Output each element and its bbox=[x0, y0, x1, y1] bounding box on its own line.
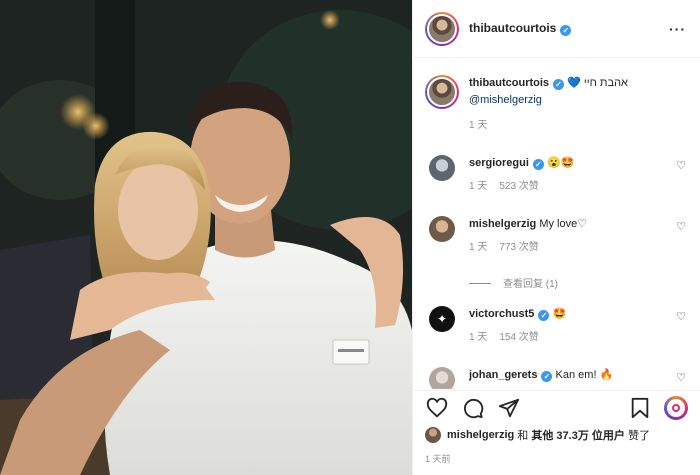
comment-username[interactable]: johan_gerets bbox=[469, 369, 537, 381]
post-detail-panel: thibautcourtois ✓ ··· thibautcourtois ✓ 💙 … bbox=[412, 0, 700, 475]
likes-others[interactable]: 其他 37.3万 位用户 bbox=[531, 427, 625, 443]
comment-like-icon[interactable]: ♡ bbox=[676, 220, 686, 233]
comment-time[interactable]: 1 天 bbox=[469, 242, 487, 253]
comment-avatar[interactable] bbox=[429, 367, 455, 389]
comment-avatar[interactable] bbox=[429, 155, 455, 181]
verified-icon: ✓ bbox=[541, 371, 553, 382]
comment-avatar[interactable] bbox=[429, 216, 455, 242]
comment-text: My love♡ bbox=[539, 218, 588, 230]
heart-icon[interactable] bbox=[425, 396, 449, 420]
action-bar bbox=[413, 390, 700, 424]
comment-text: 🤩 bbox=[552, 308, 567, 320]
comment-likes[interactable]: 154 次赞 bbox=[499, 332, 538, 343]
likes-summary: mishelgerzig 和 其他 37.3万 位用户 赞了 bbox=[425, 427, 692, 443]
caption-username[interactable]: thibautcourtois bbox=[469, 77, 549, 89]
comment-icon[interactable] bbox=[461, 396, 485, 420]
comment-username[interactable]: mishelgerzig bbox=[469, 218, 536, 230]
comment-avatar[interactable]: ✦ bbox=[429, 306, 455, 332]
more-options-icon[interactable]: ··· bbox=[669, 21, 686, 37]
liker-avatar[interactable] bbox=[425, 427, 441, 443]
likes-suffix: 赞了 bbox=[624, 430, 650, 442]
reel-icon[interactable] bbox=[664, 395, 688, 420]
comments-list: thibautcourtois ✓ 💙 אהבת חיי @mishelgerzi… bbox=[413, 59, 700, 389]
comment-username[interactable]: sergioregui bbox=[469, 157, 529, 169]
liker-username[interactable]: mishelgerzig bbox=[447, 429, 514, 441]
comment-text: 😮🤩 bbox=[546, 157, 575, 169]
comment-likes[interactable]: 773 次赞 bbox=[499, 242, 538, 253]
post-photo bbox=[0, 0, 412, 475]
comment-item: mishelgerzig My love♡ 1 天 773 次赞 ♡ bbox=[413, 216, 700, 256]
comment-item: johan_gerets ✓ Kan em! 🔥 ♡ bbox=[413, 367, 700, 389]
comment-like-icon[interactable]: ♡ bbox=[676, 310, 686, 323]
author-avatar[interactable] bbox=[425, 11, 459, 46]
comment-likes[interactable]: 523 次赞 bbox=[499, 181, 538, 192]
comment-like-icon[interactable]: ♡ bbox=[676, 371, 686, 384]
comment-item: sergioregui ✓ 😮🤩 1 天 523 次赞 ♡ bbox=[413, 155, 700, 195]
comment-time[interactable]: 1 天 bbox=[469, 332, 487, 343]
caption-mention[interactable]: @mishelgerzig bbox=[469, 94, 542, 106]
comment-text: Kan em! 🔥 bbox=[555, 369, 614, 381]
post-header: thibautcourtois ✓ ··· bbox=[413, 0, 700, 58]
verified-icon: ✓ bbox=[532, 159, 544, 170]
comment-time[interactable]: 1 天 bbox=[469, 181, 487, 192]
view-replies-link[interactable]: 查看回复 (1) bbox=[469, 275, 558, 290]
bookmark-icon[interactable] bbox=[628, 396, 652, 420]
likes-and: 和 bbox=[514, 430, 532, 442]
share-icon[interactable] bbox=[497, 396, 521, 420]
caption-text: אהבת חיי bbox=[583, 77, 628, 89]
comment-username[interactable]: victorchust5 bbox=[469, 308, 534, 320]
verified-icon: ✓ bbox=[553, 79, 565, 90]
author-username[interactable]: thibautcourtois ✓ bbox=[469, 21, 572, 36]
comment-like-icon[interactable]: ♡ bbox=[676, 159, 686, 172]
post-date[interactable]: 1 天前 bbox=[425, 452, 451, 465]
verified-icon: ✓ bbox=[560, 25, 572, 36]
comment-item: ✦ victorchust5 ✓ 🤩 1 天 154 次赞 ♡ bbox=[413, 306, 700, 346]
photo-illustration bbox=[0, 0, 412, 475]
caption: thibautcourtois ✓ 💙 אהבת חיי @mishelgerzi… bbox=[413, 59, 700, 134]
caption-avatar[interactable] bbox=[425, 75, 459, 109]
blue-heart-emoji: 💙 bbox=[567, 77, 581, 89]
caption-time[interactable]: 1 天 bbox=[469, 120, 487, 131]
verified-icon: ✓ bbox=[538, 310, 550, 321]
